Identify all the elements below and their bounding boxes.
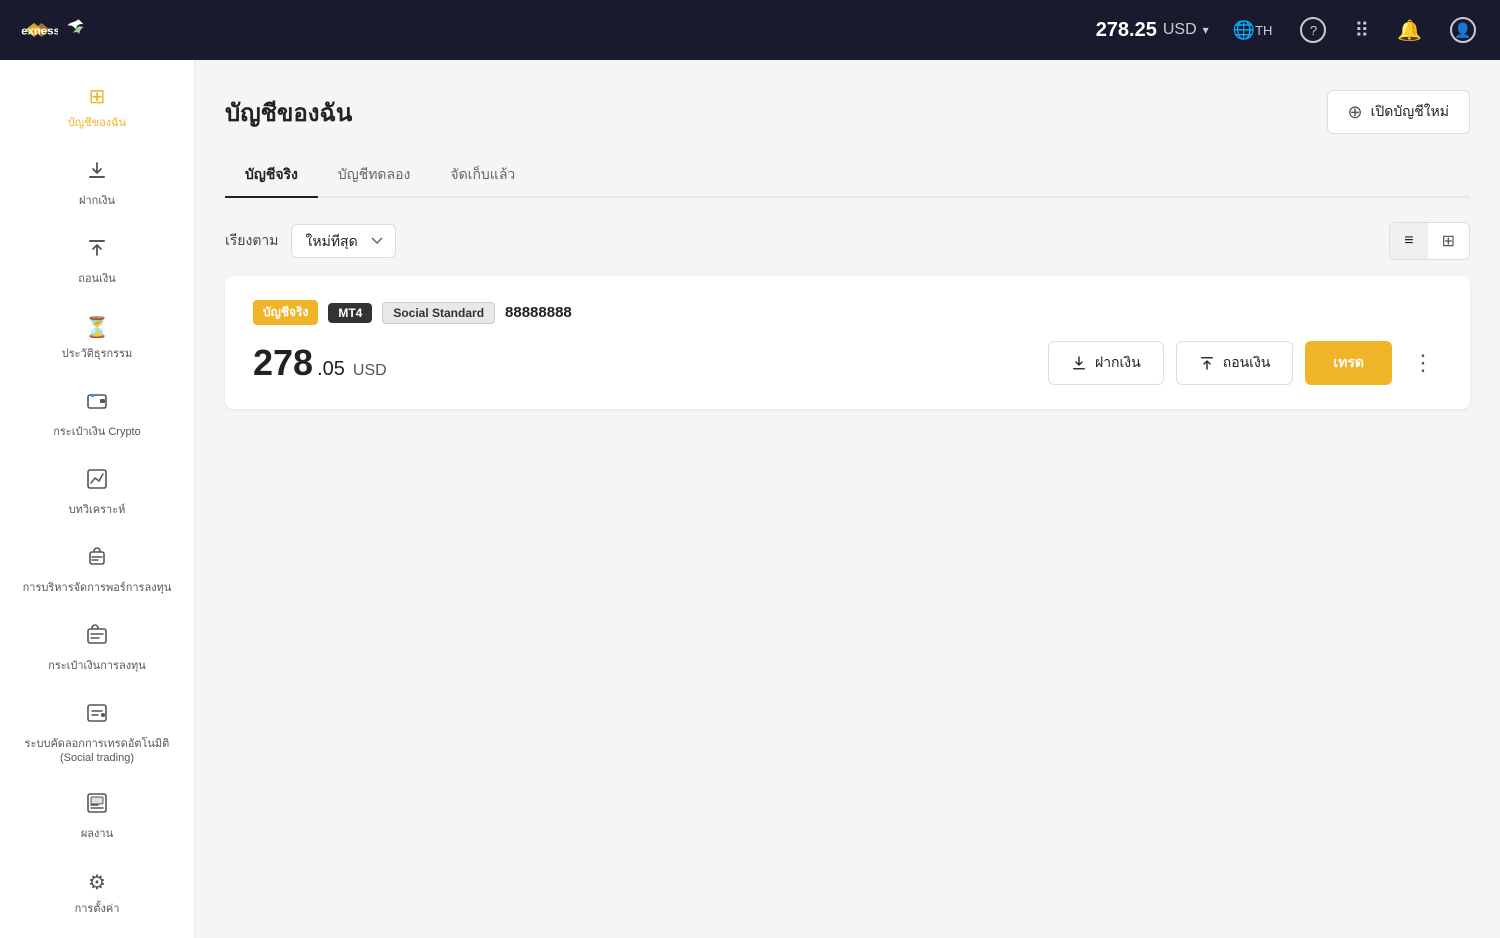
question-icon: ? <box>1300 17 1326 43</box>
tab-archived-label: จัดเก็บแล้ว <box>450 166 515 182</box>
header-balance[interactable]: 278.25 USD ▾ <box>1096 19 1209 42</box>
sidebar-item-my-accounts[interactable]: ⊞ บัญชีของฉัน <box>8 72 186 143</box>
sidebar-item-settings[interactable]: ⚙ การตั้งค่า <box>8 858 186 929</box>
header: exness 278.25 USD ▾ 🌐 TH ? ⠿ 🔔 👤 <box>0 0 1500 60</box>
sidebar-item-label: การตั้งค่า <box>75 899 120 917</box>
card-badges: บัญชีจริง MT4 Social Standard 88888888 <box>253 300 1442 325</box>
ellipsis-icon: ⋮ <box>1412 350 1434 375</box>
sidebar-item-label: ถอนเงิน <box>78 269 115 287</box>
grid-icon: ⊞ <box>1442 233 1455 250</box>
balance-whole: 278 <box>253 342 313 384</box>
filter-left: เรียงตาม ใหม่ที่สุด เก่าที่สุด <box>225 224 396 258</box>
trade-button[interactable]: เทรด <box>1305 341 1392 385</box>
card-bottom: 278 .05 USD ฝากเงิน <box>253 341 1442 385</box>
crypto-icon <box>86 390 108 418</box>
svg-text:exness: exness <box>21 25 58 37</box>
user-icon: 👤 <box>1450 17 1476 43</box>
bell-icon: 🔔 <box>1397 18 1422 43</box>
account-balance: 278 .05 USD <box>253 342 387 384</box>
withdraw-arrow-icon <box>1199 355 1215 371</box>
tab-demo-label: บัญชีทดลอง <box>338 166 410 182</box>
sidebar-item-crypto-wallet[interactable]: กระเป๋าเงิน Crypto <box>8 378 186 452</box>
card-actions: ฝากเงิน ถอนเงิน เทรด ⋮ <box>1048 341 1442 385</box>
sidebar-item-social-trading[interactable]: ระบบคัดลอกการเทรดอัตโนมิติ (Social tradi… <box>8 690 186 776</box>
balance-chevron-icon: ▾ <box>1203 23 1209 37</box>
sidebar-item-analytics[interactable]: บทวิเคราะห์ <box>8 456 186 530</box>
sidebar-item-withdraw[interactable]: ถอนเงิน <box>8 225 186 299</box>
globe-icon: 🌐 <box>1233 20 1255 41</box>
sidebar-item-label: ระบบคัดลอกการเทรดอัตโนมิติ (Social tradi… <box>16 734 178 764</box>
sort-label: เรียงตาม <box>225 230 279 252</box>
tab-demo[interactable]: บัญชีทดลอง <box>318 154 430 198</box>
sidebar-item-reports[interactable]: ผลงาน <box>8 780 186 854</box>
sidebar-item-portfolio[interactable]: การบริหารจัดการพอร์การลงทุน <box>8 534 186 608</box>
sidebar-item-deposit[interactable]: ฝากเงิน <box>8 147 186 221</box>
sort-select[interactable]: ใหม่ที่สุด เก่าที่สุด <box>291 224 396 258</box>
social-trading-icon <box>86 702 108 730</box>
deposit-btn-label: ฝากเงิน <box>1095 352 1141 374</box>
deposit-arrow-icon <box>1071 355 1087 371</box>
balance-decimal: .05 <box>317 358 345 381</box>
tab-real-label: บัญชีจริง <box>245 166 298 182</box>
list-icon: ≡ <box>1404 232 1413 249</box>
account-card: บัญชีจริง MT4 Social Standard 88888888 2… <box>225 276 1470 409</box>
withdraw-icon <box>86 237 108 265</box>
sidebar-item-label: บัญชีของฉัน <box>68 113 126 131</box>
logo[interactable]: exness <box>20 15 92 45</box>
sidebar-item-label: ผลงาน <box>81 824 113 842</box>
profile-button[interactable]: 👤 <box>1446 13 1480 47</box>
sidebar-item-investment-wallet[interactable]: กระเป๋าเงินการลงทุน <box>8 612 186 686</box>
header-balance-amount: 278.25 <box>1096 19 1157 42</box>
apps-button[interactable]: ⠿ <box>1350 14 1373 47</box>
open-account-label: เปิดบัญชีใหม่ <box>1371 101 1449 123</box>
view-toggle: ≡ ⊞ <box>1389 222 1470 260</box>
balance-currency: USD <box>353 362 387 380</box>
grid-view-button[interactable]: ⊞ <box>1428 223 1469 259</box>
help-button[interactable]: ? <box>1296 13 1330 47</box>
account-number: 88888888 <box>505 304 572 321</box>
deposit-button[interactable]: ฝากเงิน <box>1048 341 1164 385</box>
tabs: บัญชีจริง บัญชีทดลอง จัดเก็บแล้ว <box>225 154 1470 198</box>
sidebar: ⊞ บัญชีของฉัน ฝากเงิน ถอนเงิน ⏳ ประวัติธ… <box>0 60 195 938</box>
header-balance-currency: USD <box>1163 21 1197 39</box>
open-account-button[interactable]: ⊕ เปิดบัญชีใหม่ <box>1327 90 1470 134</box>
badge-real: บัญชีจริง <box>253 300 318 325</box>
header-right: 278.25 USD ▾ 🌐 TH ? ⠿ 🔔 👤 <box>1096 13 1480 47</box>
language-selector[interactable]: 🌐 TH <box>1229 16 1277 45</box>
tab-archived[interactable]: จัดเก็บแล้ว <box>430 154 535 198</box>
sidebar-item-label: ประวัติธุรกรรม <box>62 344 132 362</box>
filter-row: เรียงตาม ใหม่ที่สุด เก่าที่สุด ≡ ⊞ <box>225 222 1470 260</box>
sidebar-item-label: กระเป๋าเงินการลงทุน <box>48 656 146 674</box>
badge-social-standard: Social Standard <box>382 302 495 324</box>
withdraw-btn-label: ถอนเงิน <box>1223 352 1271 374</box>
investment-wallet-icon <box>86 624 108 652</box>
reports-icon <box>86 792 108 820</box>
trade-btn-label: เทรด <box>1333 354 1364 370</box>
sidebar-item-label: ฝากเงิน <box>79 191 115 209</box>
badge-mt4: MT4 <box>328 303 372 323</box>
notifications-button[interactable]: 🔔 <box>1393 14 1426 47</box>
list-view-button[interactable]: ≡ <box>1390 223 1427 259</box>
lang-label: TH <box>1255 23 1272 38</box>
grid-icon: ⠿ <box>1354 18 1369 43</box>
layout: ⊞ บัญชีของฉัน ฝากเงิน ถอนเงิน ⏳ ประวัติธ… <box>0 60 1500 938</box>
analytics-icon <box>86 468 108 496</box>
portfolio-icon <box>86 546 108 574</box>
withdraw-button[interactable]: ถอนเงิน <box>1176 341 1294 385</box>
sidebar-item-label: การบริหารจัดการพอร์การลงทุน <box>23 578 172 596</box>
more-options-button[interactable]: ⋮ <box>1404 346 1442 380</box>
deposit-icon <box>86 159 108 187</box>
tab-real[interactable]: บัญชีจริง <box>225 154 318 198</box>
sidebar-item-history[interactable]: ⏳ ประวัติธุรกรรม <box>8 303 186 374</box>
history-icon: ⏳ <box>85 315 110 340</box>
main-content: บัญชีของฉัน ⊕ เปิดบัญชีใหม่ บัญชีจริง บั… <box>195 60 1500 938</box>
plus-icon: ⊕ <box>1348 102 1363 123</box>
settings-icon: ⚙ <box>88 870 106 895</box>
sidebar-item-label: บทวิเคราะห์ <box>69 500 126 518</box>
sidebar-item-label: กระเป๋าเงิน Crypto <box>53 422 141 440</box>
accounts-icon: ⊞ <box>89 84 106 109</box>
page-header: บัญชีของฉัน ⊕ เปิดบัญชีใหม่ <box>225 90 1470 134</box>
page-title: บัญชีของฉัน <box>225 93 352 132</box>
